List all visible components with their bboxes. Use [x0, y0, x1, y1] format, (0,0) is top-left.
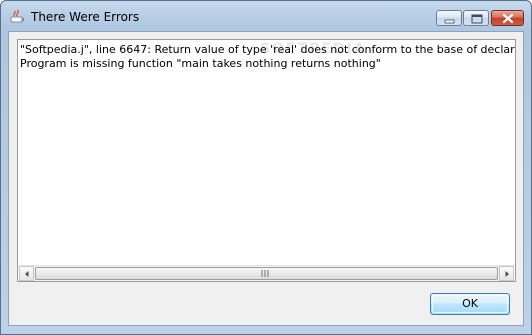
error-line: "Softpedia.j", line 6647: Return value o…: [20, 43, 515, 56]
ok-button[interactable]: OK: [430, 293, 510, 315]
java-app-icon: [10, 9, 24, 23]
error-line: Program is missing function "main takes …: [20, 57, 381, 70]
minimize-icon: [444, 19, 455, 24]
horizontal-scrollbar[interactable]: [19, 265, 514, 281]
arrow-right-icon: [505, 271, 509, 277]
maximize-icon: [471, 14, 483, 24]
window-title: There Were Errors: [31, 10, 140, 24]
minimize-button[interactable]: [436, 10, 462, 26]
scrollbar-thumb[interactable]: [35, 267, 498, 280]
scroll-left-button[interactable]: [19, 266, 34, 281]
dialog-content: SOFTPEDIA "Softpedia.j", line 6647: Retu…: [8, 31, 524, 326]
error-text-area[interactable]: SOFTPEDIA "Softpedia.j", line 6647: Retu…: [17, 39, 516, 282]
grip-icon: [261, 270, 269, 277]
maximize-button[interactable]: [463, 10, 489, 26]
scroll-right-button[interactable]: [499, 266, 514, 281]
title-bar[interactable]: There Were Errors: [1, 1, 531, 31]
error-dialog-window: There Were Errors SOFTPEDIA "Softpedia.j…: [0, 0, 532, 335]
close-icon: [502, 13, 514, 24]
close-button[interactable]: [491, 10, 524, 26]
arrow-left-icon: [25, 271, 29, 277]
